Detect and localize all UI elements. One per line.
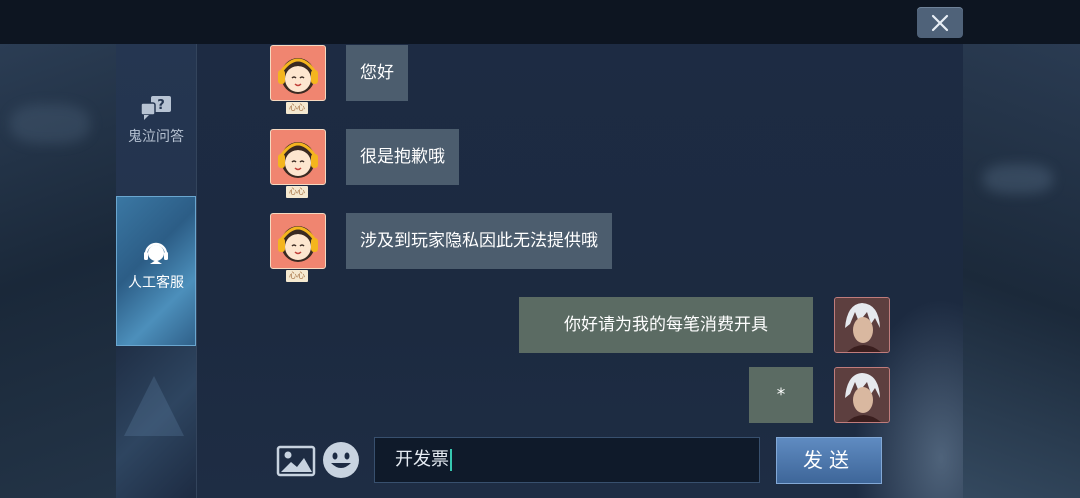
sidebar-item-qa[interactable]: ? 鬼泣问答 xyxy=(116,92,196,192)
background-left xyxy=(0,44,116,498)
agent-avatar xyxy=(270,129,326,185)
text-caret xyxy=(450,449,452,471)
chat-bubble-agent: 您好 xyxy=(346,45,408,101)
close-button[interactable] xyxy=(917,7,963,38)
background-right xyxy=(963,44,1080,498)
girl-headphones-icon xyxy=(278,58,318,94)
user-portrait-icon xyxy=(835,298,889,352)
agent-name-tag: 心心 xyxy=(286,186,308,198)
sidebar-item-customer-service[interactable]: 人工客服 xyxy=(116,196,196,346)
sidebar-item-label: 鬼泣问答 xyxy=(128,129,184,145)
chat-bubble-agent: 很是抱歉哦 xyxy=(346,129,459,185)
agent-avatar xyxy=(270,213,326,269)
send-button[interactable]: 发送 xyxy=(776,437,882,484)
message-input-value: 开发票 xyxy=(395,449,449,470)
agent-name-tag: 心心 xyxy=(286,270,308,282)
girl-headphones-icon xyxy=(278,226,318,262)
image-icon xyxy=(276,445,316,477)
emoji-icon xyxy=(323,442,359,478)
agent-avatar xyxy=(270,45,326,101)
chat-bubble-agent: 涉及到玩家隐私因此无法提供哦 xyxy=(346,213,612,269)
user-avatar xyxy=(834,367,890,423)
chat-bubble-user: 你好请为我的每笔消费开具 xyxy=(519,297,813,353)
user-avatar xyxy=(834,297,890,353)
sidebar-decoration xyxy=(116,346,196,498)
svg-text:?: ? xyxy=(157,98,165,113)
image-button[interactable] xyxy=(276,444,316,478)
sidebar: ? 鬼泣问答 人工客服 xyxy=(116,44,197,498)
agent-name-tag: 心心 xyxy=(286,102,308,114)
girl-headphones-icon xyxy=(278,142,318,178)
message-input[interactable]: 开发票 xyxy=(374,437,760,483)
sidebar-item-label: 人工客服 xyxy=(128,275,184,291)
close-icon xyxy=(931,14,949,32)
headset-icon xyxy=(144,242,168,264)
question-bubble-icon: ? xyxy=(140,96,171,120)
chat-bubble-user: * xyxy=(749,367,813,423)
emoji-button[interactable] xyxy=(321,440,361,480)
user-portrait-icon xyxy=(835,368,889,422)
customer-service-panel: ? 鬼泣问答 人工客服 心心 您好 心心 很是抱歉哦 心心 涉及到玩家隐私因此无… xyxy=(116,44,963,498)
